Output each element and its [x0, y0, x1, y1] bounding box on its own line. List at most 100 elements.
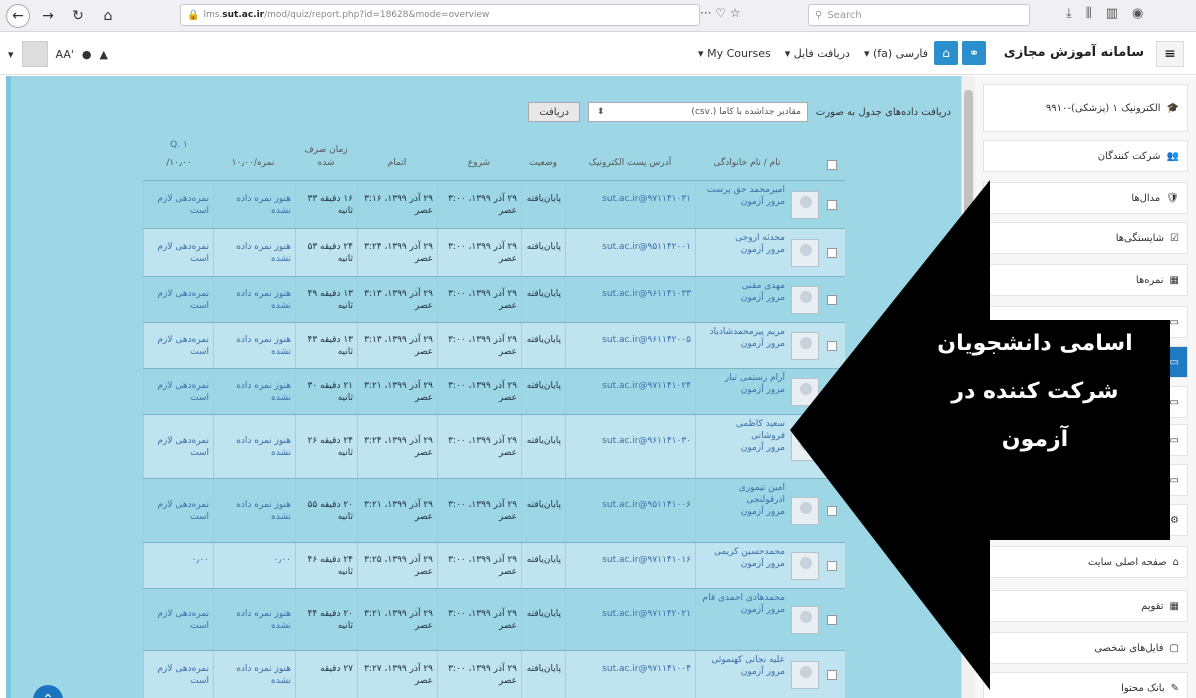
- cell-q1[interactable]: نمره‌دهی لازم است: [143, 479, 213, 542]
- header-q1[interactable]: Q. ۱: [157, 140, 201, 150]
- student-name-link[interactable]: علیه نجاتی کهنموئی: [700, 654, 785, 666]
- cell-grade[interactable]: هنوز نمره داده نشده: [213, 181, 295, 228]
- cell-email: sut.ac.ir@۹۷۱۱۴۱۰۲۴: [565, 369, 695, 414]
- page-actions[interactable]: ··· ♡ ☆: [700, 6, 741, 20]
- review-attempt-link[interactable]: مرور آزمون: [700, 244, 785, 256]
- sidebar-icon[interactable]: ▥: [1106, 6, 1118, 21]
- menu-download-file[interactable]: دریافت فایل ▾: [785, 47, 850, 60]
- table-row: نمره‌دهی لازم است هنوز نمره داده نشده ۲۷ د…: [143, 650, 845, 698]
- cell-grade[interactable]: هنوز نمره داده نشده: [213, 479, 295, 542]
- cell-q1[interactable]: نمره‌دهی لازم است: [143, 415, 213, 478]
- home-icon[interactable]: ⌂: [96, 4, 120, 28]
- cell-grade[interactable]: هنوز نمره داده نشده: [213, 651, 295, 698]
- font-size-toggle[interactable]: AA': [56, 48, 74, 61]
- student-name-link[interactable]: محمدهادی احمدی فام: [700, 592, 785, 604]
- search-input[interactable]: ⚲ Search: [808, 4, 1030, 26]
- cell-name: محمدحسین کریمی مرور آزمون: [695, 543, 789, 588]
- menu-language[interactable]: فارسی (fa) ▾: [864, 47, 928, 60]
- annotation-line-1: اسامی دانشجویان: [937, 331, 1133, 356]
- header-completed[interactable]: اتمام: [357, 158, 437, 168]
- export-button[interactable]: دریافت: [528, 102, 580, 122]
- cell-started: ۲۹ آذر ۱۳۹۹، ۳:۰۰ عصر: [437, 415, 521, 478]
- header-grade[interactable]: نمره/۱۰٫۰۰: [213, 158, 293, 168]
- student-name-link[interactable]: آرام رستمی تبار: [700, 372, 785, 384]
- export-format-select[interactable]: مقادیر جداشده با کاما (.csv) ⬍: [587, 102, 808, 122]
- download-icon[interactable]: ⤓: [1066, 6, 1072, 21]
- cell-completed: ۲۹ آذر ۱۳۹۹، ۳:۱۳ عصر: [357, 277, 437, 322]
- cell-grade[interactable]: هنوز نمره داده نشده: [213, 323, 295, 368]
- cell-q1[interactable]: نمره‌دهی لازم است: [143, 277, 213, 322]
- header-name[interactable]: نام / نام خانوادگی: [695, 158, 799, 168]
- review-attempt-link[interactable]: مرور آزمون: [700, 442, 785, 454]
- cell-duration: ۲۱ دقیقه ۳۰ ثانیه: [295, 369, 357, 414]
- cell-q1[interactable]: نمره‌دهی لازم است: [143, 323, 213, 368]
- cell-q1[interactable]: نمره‌دهی لازم است: [143, 651, 213, 698]
- back-icon[interactable]: ←: [6, 3, 30, 28]
- student-name-link[interactable]: مریم پیرمحمدشادباد: [700, 326, 785, 338]
- student-name-link[interactable]: مهدی مقنی: [700, 280, 785, 292]
- review-attempt-link[interactable]: مرور آزمون: [700, 558, 785, 570]
- share-button[interactable]: ⚭: [962, 41, 986, 65]
- export-label: دریافت داده‌های جدول به صورت: [815, 106, 951, 118]
- site-title[interactable]: سامانه آموزش مجازی: [1004, 45, 1144, 60]
- url-bar[interactable]: 🔒 lms. sut.ac.ir /mod/quiz/report.php?id…: [180, 4, 700, 26]
- student-name-link[interactable]: امیرمحمد حق پرست: [700, 184, 785, 196]
- section-5-icon: ▭: [1169, 474, 1179, 486]
- cell-duration: ۱۳ دقیقه ۴۳ ثانیه: [295, 323, 357, 368]
- cell-grade[interactable]: هنوز نمره داده نشده: [213, 415, 295, 478]
- browser-toolbar: ← → ↻ ⌂ 🔒 lms. sut.ac.ir /mod/quiz/repor…: [0, 0, 1196, 32]
- review-attempt-link[interactable]: مرور آزمون: [700, 666, 785, 678]
- calendar-icon: ▦: [1169, 600, 1179, 612]
- sidebar-item-label: الکترونیک ۱ (پزشکی)-۹۹۱۰: [1045, 102, 1161, 114]
- header-status[interactable]: وضعیت: [521, 158, 565, 168]
- reload-icon[interactable]: ↻: [66, 4, 90, 28]
- forward-icon[interactable]: →: [36, 4, 60, 28]
- bell-icon[interactable]: ▲: [100, 48, 108, 61]
- review-attempt-link[interactable]: مرور آزمون: [700, 196, 785, 208]
- student-name-link[interactable]: محدثه اروجی: [700, 232, 785, 244]
- review-attempt-link[interactable]: مرور آزمون: [700, 506, 785, 518]
- sidebar-item-course-home[interactable]: 🎓 الکترونیک ۱ (پزشکی)-۹۹۱۰: [983, 84, 1188, 132]
- header-email[interactable]: آدرس پست الکترونیک: [565, 158, 695, 168]
- cell-grade[interactable]: هنوز نمره داده نشده: [213, 589, 295, 650]
- header-started[interactable]: شروع: [437, 158, 521, 168]
- review-attempt-link[interactable]: مرور آزمون: [700, 338, 785, 350]
- review-attempt-link[interactable]: مرور آزمون: [700, 292, 785, 304]
- student-name-link[interactable]: سعید کاظمی فروشانی: [700, 418, 785, 442]
- cell-grade[interactable]: هنوز نمره داده نشده: [213, 369, 295, 414]
- user-avatar[interactable]: [21, 41, 48, 67]
- cell-email: sut.ac.ir@۹۷۱۱۴۱۰۳۱: [565, 181, 695, 228]
- table-row: نمره‌دهی لازم است هنوز نمره داده نشده ۲۴ د…: [143, 228, 845, 276]
- dropdown-caret-icon[interactable]: ▾: [8, 48, 14, 61]
- cell-q1[interactable]: نمره‌دهی لازم است: [143, 369, 213, 414]
- cell-started: ۲۹ آذر ۱۳۹۹، ۳:۰۰ عصر: [437, 589, 521, 650]
- student-name-link[interactable]: محمدحسین کریمی: [700, 546, 785, 558]
- menu-my-courses[interactable]: My Courses ▾: [698, 47, 771, 60]
- cell-q1[interactable]: نمره‌دهی لازم است: [143, 181, 213, 228]
- annotation-text: اسامی دانشجویان شرکت کننده در آزمون: [900, 320, 1170, 464]
- student-name-link[interactable]: امین تیموری اذرقولنجی: [700, 482, 785, 506]
- cell-q1[interactable]: ۰٫۰۰: [143, 543, 213, 588]
- table-row: نمره‌دهی لازم است هنوز نمره داده نشده ۲۱ د…: [143, 368, 845, 414]
- cell-started: ۲۹ آذر ۱۳۹۹، ۳:۰۰ عصر: [437, 543, 521, 588]
- cell-status: پایان‌یافته: [521, 651, 565, 698]
- scroll-top-button[interactable]: ⌃: [33, 685, 63, 698]
- library-icon[interactable]: ⫼: [1086, 6, 1092, 21]
- cell-started: ۲۹ آذر ۱۳۹۹، ۳:۰۰ عصر: [437, 479, 521, 542]
- cell-duration: ۲۰ دقیقه ۴۴ ثانیه: [295, 589, 357, 650]
- account-icon[interactable]: ◉: [1132, 6, 1143, 21]
- cell-grade[interactable]: هنوز نمره داده نشده: [213, 229, 295, 276]
- url-path: /mod/quiz/report.php?id=18628&mode=overv…: [264, 10, 490, 20]
- home-button[interactable]: ⌂: [934, 41, 958, 65]
- message-icon[interactable]: ●: [82, 48, 92, 61]
- cell-q1[interactable]: نمره‌دهی لازم است: [143, 229, 213, 276]
- review-attempt-link[interactable]: مرور آزمون: [700, 384, 785, 396]
- menu-toggle-icon[interactable]: ≡: [1156, 41, 1184, 67]
- cell-q1[interactable]: نمره‌دهی لازم است: [143, 589, 213, 650]
- review-attempt-link[interactable]: مرور آزمون: [700, 604, 785, 616]
- cell-grade[interactable]: هنوز نمره داده نشده: [213, 277, 295, 322]
- search-placeholder: Search: [827, 9, 862, 21]
- table-row: نمره‌دهی لازم است هنوز نمره داده نشده ۱۳ د…: [143, 276, 845, 322]
- cell-grade[interactable]: ۰٫۰۰: [213, 543, 295, 588]
- header-duration[interactable]: زمان صرف شده: [295, 144, 357, 169]
